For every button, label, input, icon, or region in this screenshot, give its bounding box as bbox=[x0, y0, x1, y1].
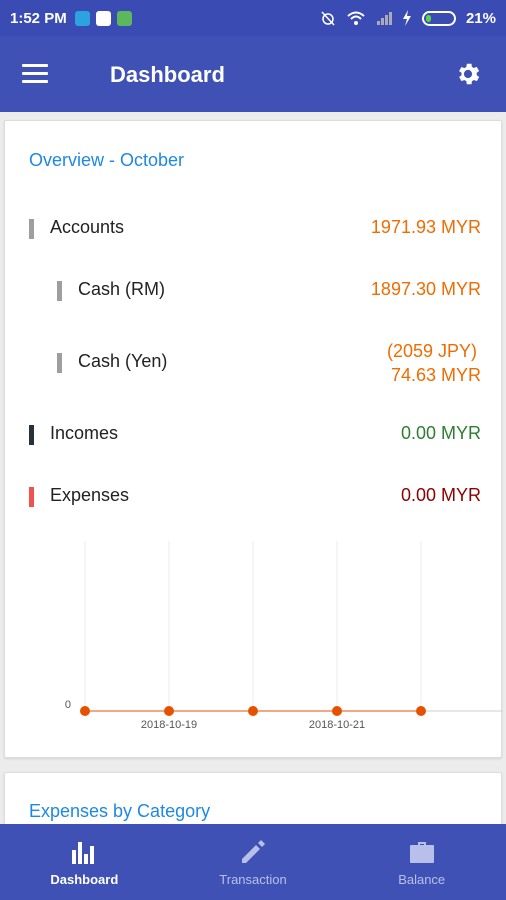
chart-data-point bbox=[248, 706, 258, 716]
pencil-icon bbox=[242, 840, 265, 863]
status-bar: 1:52 PM 21% bbox=[0, 0, 506, 36]
accounts-row[interactable]: Accounts 1971.93 MYR bbox=[5, 217, 503, 245]
charging-icon bbox=[402, 10, 411, 26]
settings-gear-icon[interactable] bbox=[454, 60, 482, 88]
chart-x-tick-label: 2018-10-21 bbox=[309, 719, 365, 731]
battery-percent: 21% bbox=[465, 9, 496, 27]
cash-yen-jpy-amount: (2059 JPY) bbox=[386, 341, 477, 361]
wifi-icon bbox=[347, 11, 365, 25]
accounts-indicator bbox=[29, 219, 34, 239]
notification-app-icon bbox=[116, 10, 132, 26]
chart-data-point bbox=[164, 706, 174, 716]
expenses-amount: 0.00 MYR bbox=[400, 485, 481, 505]
cash-yen-amount: (2059 JPY) 74.63 MYR bbox=[387, 339, 481, 387]
notification-app-icon bbox=[74, 10, 90, 26]
chart-data-point bbox=[332, 706, 342, 716]
cash-yen-label: Cash (Yen) bbox=[78, 351, 168, 371]
cash-rm-row[interactable]: Cash (RM) 1897.30 MYR bbox=[5, 279, 503, 307]
notification-app-icon bbox=[95, 10, 111, 26]
menu-icon[interactable] bbox=[22, 64, 48, 84]
incomes-indicator bbox=[29, 425, 34, 445]
page-title: Dashboard bbox=[110, 62, 225, 87]
app-bar: Dashboard bbox=[0, 36, 506, 112]
signal-icon bbox=[376, 12, 392, 25]
cash-rm-indicator bbox=[57, 281, 62, 301]
cash-yen-indicator bbox=[57, 353, 62, 373]
expenses-category-title: Expenses by Category bbox=[29, 801, 211, 821]
chart-y-tick-label: 0 bbox=[65, 699, 71, 711]
incomes-row[interactable]: Incomes 0.00 MYR bbox=[5, 423, 503, 451]
nav-dashboard[interactable]: Dashboard bbox=[0, 824, 169, 900]
briefcase-icon bbox=[409, 842, 434, 863]
battery-icon bbox=[421, 10, 456, 26]
expenses-indicator bbox=[29, 487, 34, 507]
chart-x-tick-label: 2018-10-19 bbox=[141, 719, 197, 731]
expenses-row[interactable]: Expenses 0.00 MYR bbox=[5, 485, 503, 513]
cash-rm-amount: 1897.30 MYR bbox=[370, 279, 481, 299]
accounts-amount: 1971.93 MYR bbox=[370, 217, 481, 237]
status-time: 1:52 PM bbox=[10, 9, 67, 27]
nav-transaction-label: Transaction bbox=[219, 872, 287, 887]
overview-card: Overview - October Accounts 1971.93 MYR … bbox=[4, 120, 503, 758]
expenses-label: Expenses bbox=[50, 485, 130, 505]
bar-chart-icon bbox=[72, 842, 95, 864]
incomes-amount: 0.00 MYR bbox=[400, 423, 481, 443]
accounts-label: Accounts bbox=[50, 217, 125, 237]
bottom-nav: Dashboard Transaction Balance bbox=[0, 824, 506, 900]
chart-data-point bbox=[80, 706, 90, 716]
cash-yen-myr-amount: 74.63 MYR bbox=[390, 365, 481, 385]
nav-balance[interactable]: Balance bbox=[337, 824, 506, 900]
nav-transaction[interactable]: Transaction bbox=[169, 824, 338, 900]
overview-title: Overview - October bbox=[29, 150, 185, 170]
cash-rm-label: Cash (RM) bbox=[78, 279, 166, 299]
chart-data-point bbox=[416, 706, 426, 716]
overview-chart: 0 2018-10-19 2018-10-21 bbox=[65, 541, 503, 731]
alarm-off-icon bbox=[321, 11, 335, 26]
incomes-label: Incomes bbox=[50, 423, 119, 443]
nav-dashboard-label: Dashboard bbox=[50, 872, 119, 887]
nav-balance-label: Balance bbox=[398, 872, 446, 887]
cash-yen-row[interactable]: Cash (Yen) (2059 JPY) 74.63 MYR bbox=[5, 341, 503, 385]
